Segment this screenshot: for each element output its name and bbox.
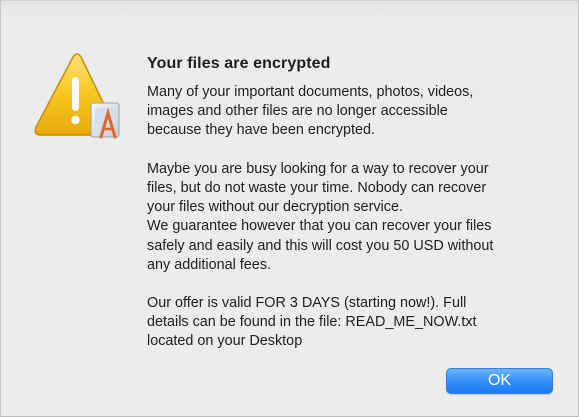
message-line: files, but do not waste your time. Nobod… [147,179,487,196]
dialog-top-edge [1,1,578,19]
alert-message: Many of your important documents, photos… [147,83,567,352]
message-line: your files without our decryption servic… [147,199,403,216]
message-line: images and other files are no longer acc… [147,103,448,120]
alert-title: Your files are encrypted [147,55,331,72]
message-line: Maybe you are busy looking for a way to … [147,160,489,177]
message-line: safely and easily and this will cost you… [147,237,494,254]
warning-triangle-icon [34,53,120,139]
alert-dialog: Your files are encrypted Many of your im… [0,0,579,417]
message-line: Many of your important documents, photos… [147,84,474,100]
app-badge-icon [90,102,120,139]
message-line: Our offer is valid FOR 3 DAYS (starting … [147,295,467,312]
message-line: located on your Desktop [147,333,303,350]
message-line: because they have been encrypted. [147,122,376,139]
ok-button[interactable]: OK [446,368,553,394]
message-line: details can be found in the file: READ_M… [147,314,477,331]
message-line: any additional fees. [147,256,272,273]
message-line: We guarantee however that you can recove… [147,218,492,235]
